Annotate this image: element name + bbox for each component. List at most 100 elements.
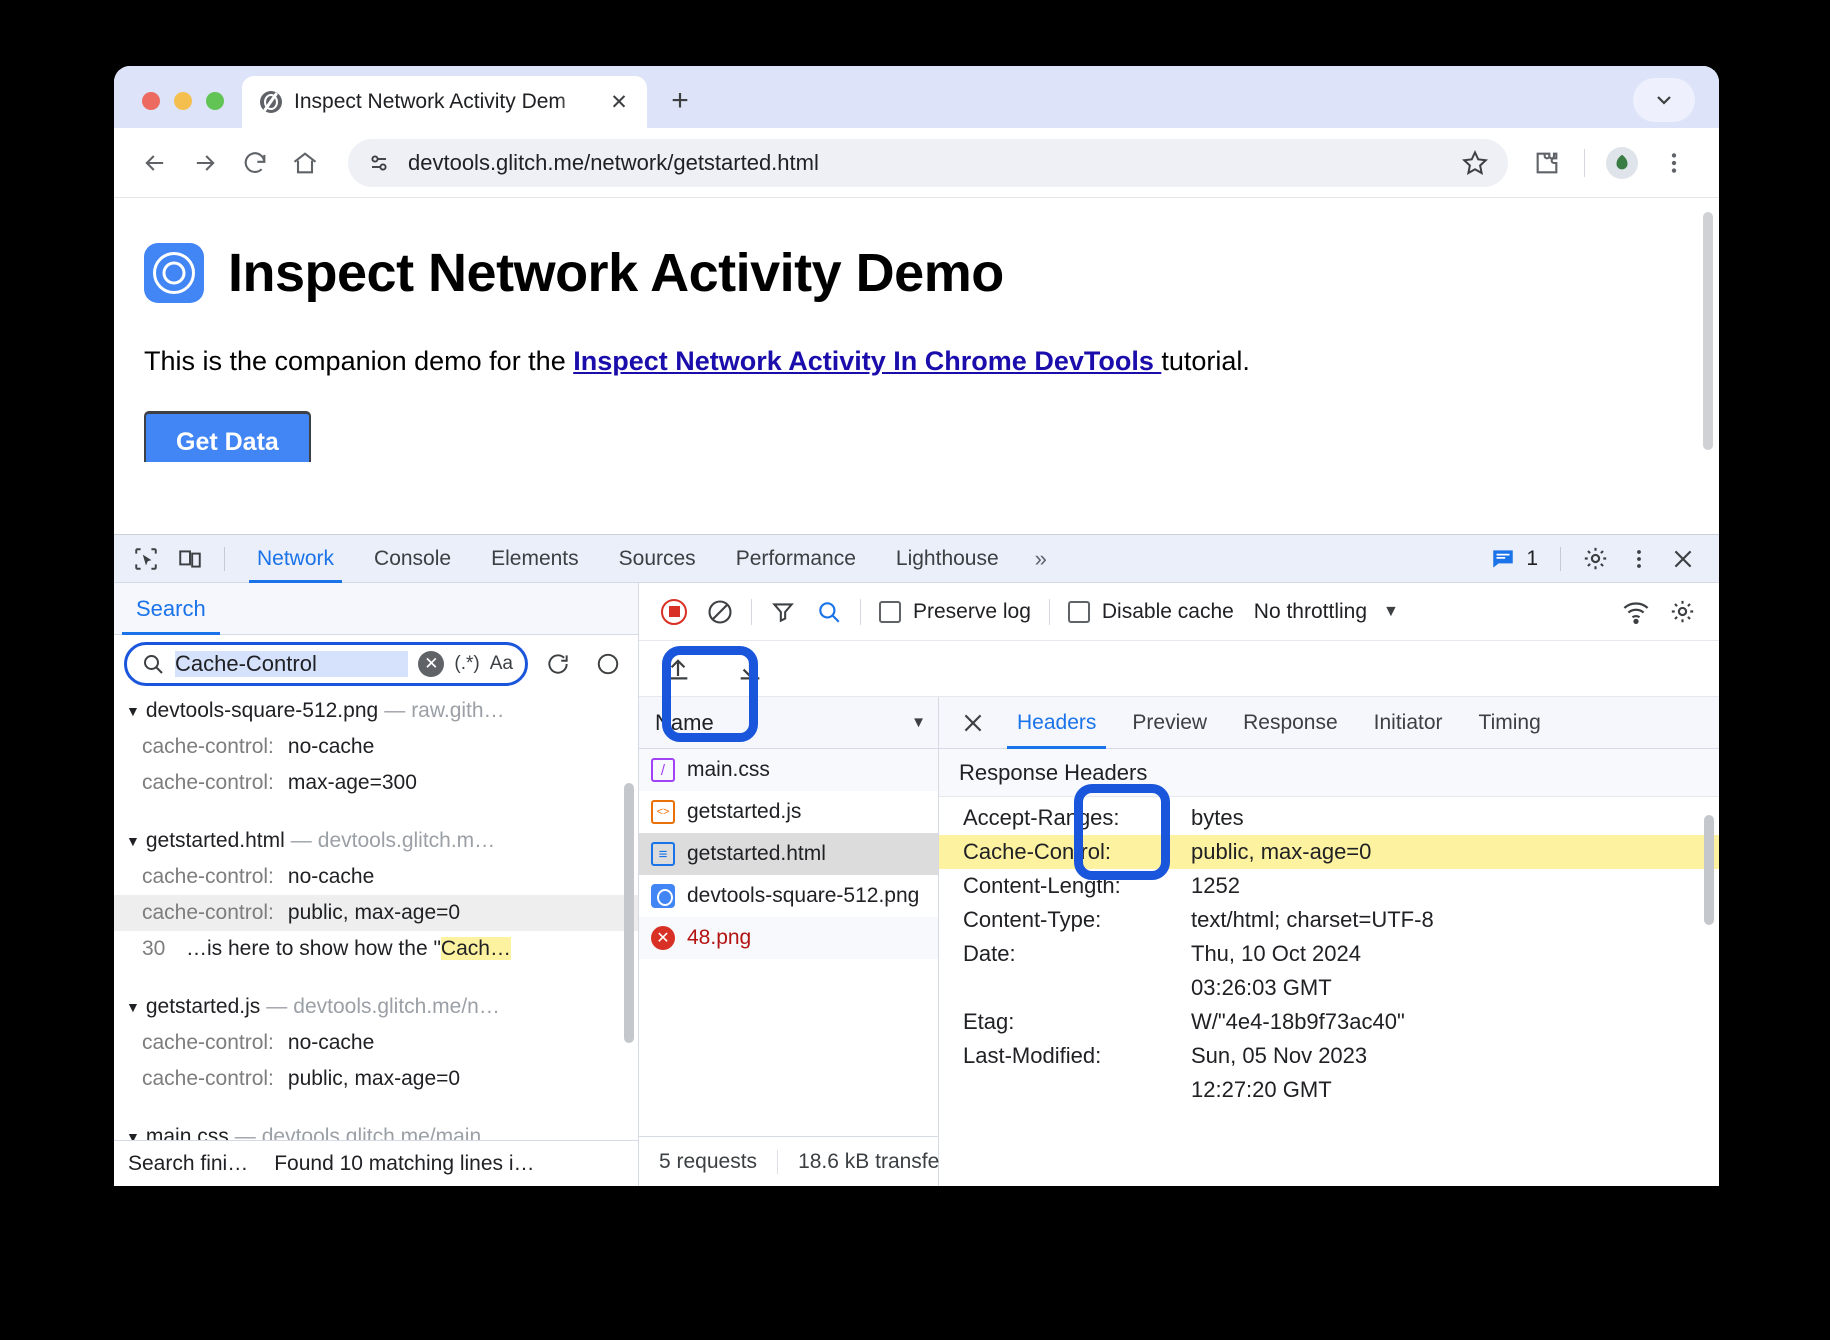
forward-button[interactable]: [182, 140, 228, 186]
toolbar-divider: [1584, 149, 1585, 177]
table-row[interactable]: main.css: [639, 749, 938, 791]
network-settings-gear-icon[interactable]: [1659, 592, 1705, 632]
chevron-down-icon: ▼: [1383, 603, 1399, 621]
page-heading-row: Inspect Network Activity Demo: [144, 242, 1719, 304]
devtools-tab-sources[interactable]: Sources: [599, 535, 716, 583]
home-button[interactable]: [282, 140, 328, 186]
new-tab-button[interactable]: +: [657, 78, 703, 124]
extensions-icon[interactable]: [1524, 140, 1570, 186]
refresh-search-icon[interactable]: [538, 644, 578, 684]
inspect-element-icon[interactable]: [124, 540, 168, 578]
expand-caret-icon[interactable]: ▼: [126, 1129, 140, 1140]
tutorial-link[interactable]: Inspect Network Activity In Chrome DevTo…: [573, 346, 1161, 376]
header-row: Etag: W/"4e4-18b9f73ac40": [939, 1005, 1719, 1039]
devtools-tab-performance[interactable]: Performance: [716, 535, 876, 583]
close-details-icon[interactable]: [947, 697, 999, 749]
search-result-group: ▼ main.css — devtools.glitch.me/main…: [114, 1119, 638, 1140]
search-result-line[interactable]: cache-control: no-cache: [114, 729, 638, 765]
search-icon: [141, 652, 165, 676]
settings-gear-icon[interactable]: [1573, 540, 1617, 578]
header-value: 03:26:03 GMT: [1191, 975, 1719, 1001]
search-result-snippet-line[interactable]: 30 …is here to show how the "Cach…: [114, 931, 638, 967]
search-drawer-tab[interactable]: Search: [114, 583, 228, 635]
toolbar-divider-2: [860, 599, 861, 625]
console-messages-indicator[interactable]: 1: [1480, 546, 1548, 572]
devtools-tab-console[interactable]: Console: [354, 535, 471, 583]
chevron-down-icon[interactable]: [1633, 78, 1695, 122]
search-result-filename: devtools-square-512.png: [146, 699, 378, 723]
maximize-window-button[interactable]: [206, 92, 224, 110]
device-toolbar-icon[interactable]: [168, 540, 212, 578]
search-status-right: Found 10 matching lines i…: [274, 1152, 534, 1176]
table-row[interactable]: devtools-square-512.png: [639, 875, 938, 917]
details-tab-headers[interactable]: Headers: [999, 697, 1114, 749]
details-tab-initiator[interactable]: Initiator: [1356, 697, 1461, 749]
search-result-file[interactable]: ▼ getstarted.html — devtools.glitch.m…: [114, 823, 638, 859]
devtools-tab-network[interactable]: Network: [237, 535, 354, 583]
page-scrollbar[interactable]: [1703, 212, 1713, 450]
search-result-line[interactable]: cache-control: public, max-age=0: [114, 1061, 638, 1097]
details-tab-preview[interactable]: Preview: [1114, 697, 1225, 749]
address-bar[interactable]: devtools.glitch.me/network/getstarted.ht…: [348, 139, 1508, 187]
browser-tab[interactable]: Inspect Network Activity Dem ✕: [242, 76, 647, 128]
close-window-button[interactable]: [142, 92, 160, 110]
more-tabs-icon[interactable]: »: [1019, 535, 1063, 583]
browser-menu-icon[interactable]: [1651, 140, 1697, 186]
search-result-file[interactable]: ▼ main.css — devtools.glitch.me/main…: [114, 1119, 638, 1140]
search-result-file[interactable]: ▼ getstarted.js — devtools.glitch.me/n…: [114, 989, 638, 1025]
regex-toggle[interactable]: (.*): [454, 653, 479, 675]
details-tab-response[interactable]: Response: [1225, 697, 1356, 749]
search-result-file[interactable]: ▼ devtools-square-512.png — raw.gith…: [114, 693, 638, 729]
table-row-selected[interactable]: getstarted.html: [639, 833, 938, 875]
import-har-icon[interactable]: [655, 649, 701, 689]
site-settings-icon[interactable]: [368, 151, 392, 175]
close-tab-button[interactable]: ✕: [605, 88, 633, 116]
request-list-header[interactable]: Name ▼: [639, 697, 938, 749]
table-row[interactable]: getstarted.js: [639, 791, 938, 833]
clear-network-log-button[interactable]: [697, 592, 743, 632]
search-results-scrollbar[interactable]: [624, 783, 634, 1043]
minimize-window-button[interactable]: [174, 92, 192, 110]
response-headers-list[interactable]: Accept-Ranges: bytes Cache-Control: publ…: [939, 797, 1719, 1186]
sort-caret-icon[interactable]: ▼: [911, 714, 926, 731]
expand-caret-icon[interactable]: ▼: [126, 999, 140, 1015]
search-network-icon[interactable]: [806, 592, 852, 632]
search-result-line[interactable]: cache-control: no-cache: [114, 859, 638, 895]
record-button[interactable]: [651, 592, 697, 632]
bookmark-star-icon[interactable]: [1460, 148, 1490, 178]
search-result-filename: getstarted.js: [146, 995, 260, 1019]
search-result-line[interactable]: cache-control: no-cache: [114, 1025, 638, 1061]
expand-caret-icon[interactable]: ▼: [126, 833, 140, 849]
devtools-menu-icon[interactable]: [1617, 540, 1661, 578]
search-results-list[interactable]: ▼ devtools-square-512.png — raw.gith… ca…: [114, 693, 638, 1140]
search-input[interactable]: Cache-Control ✕ (.*) Aa: [124, 642, 528, 686]
devtools-tab-elements[interactable]: Elements: [471, 535, 599, 583]
request-rows[interactable]: main.css getstarted.js getstarted.html: [639, 749, 938, 1136]
get-data-button[interactable]: Get Data: [144, 411, 311, 462]
search-result-line-selected[interactable]: cache-control: public, max-age=0: [114, 895, 638, 931]
devtools-tab-lighthouse[interactable]: Lighthouse: [876, 535, 1019, 583]
throttling-dropdown[interactable]: No throttling ▼: [1244, 600, 1409, 624]
search-result-url: devtools.glitch.m…: [318, 829, 495, 853]
details-tab-timing[interactable]: Timing: [1461, 697, 1559, 749]
back-button[interactable]: [132, 140, 178, 186]
network-conditions-icon[interactable]: [1613, 592, 1659, 632]
headers-scrollbar[interactable]: [1704, 815, 1714, 925]
profile-avatar[interactable]: [1599, 140, 1645, 186]
clear-results-icon[interactable]: [588, 644, 628, 684]
preserve-log-checkbox[interactable]: Preserve log: [869, 600, 1041, 624]
expand-caret-icon[interactable]: ▼: [126, 703, 140, 719]
table-row-error[interactable]: ✕ 48.png: [639, 917, 938, 959]
export-har-icon[interactable]: [727, 649, 773, 689]
filter-icon[interactable]: [760, 592, 806, 632]
header-key: Cache-Control:: [963, 839, 1191, 865]
match-case-toggle[interactable]: Aa: [490, 653, 513, 675]
clear-search-icon[interactable]: ✕: [418, 651, 444, 677]
message-count: 1: [1526, 547, 1538, 571]
search-result-line[interactable]: cache-control: max-age=300: [114, 765, 638, 801]
response-headers-section-title[interactable]: Response Headers: [939, 749, 1719, 797]
reload-button[interactable]: [232, 140, 278, 186]
disable-cache-checkbox[interactable]: Disable cache: [1058, 600, 1244, 624]
close-devtools-icon[interactable]: [1661, 540, 1705, 578]
header-value: 12:27:20 GMT: [1191, 1077, 1719, 1103]
